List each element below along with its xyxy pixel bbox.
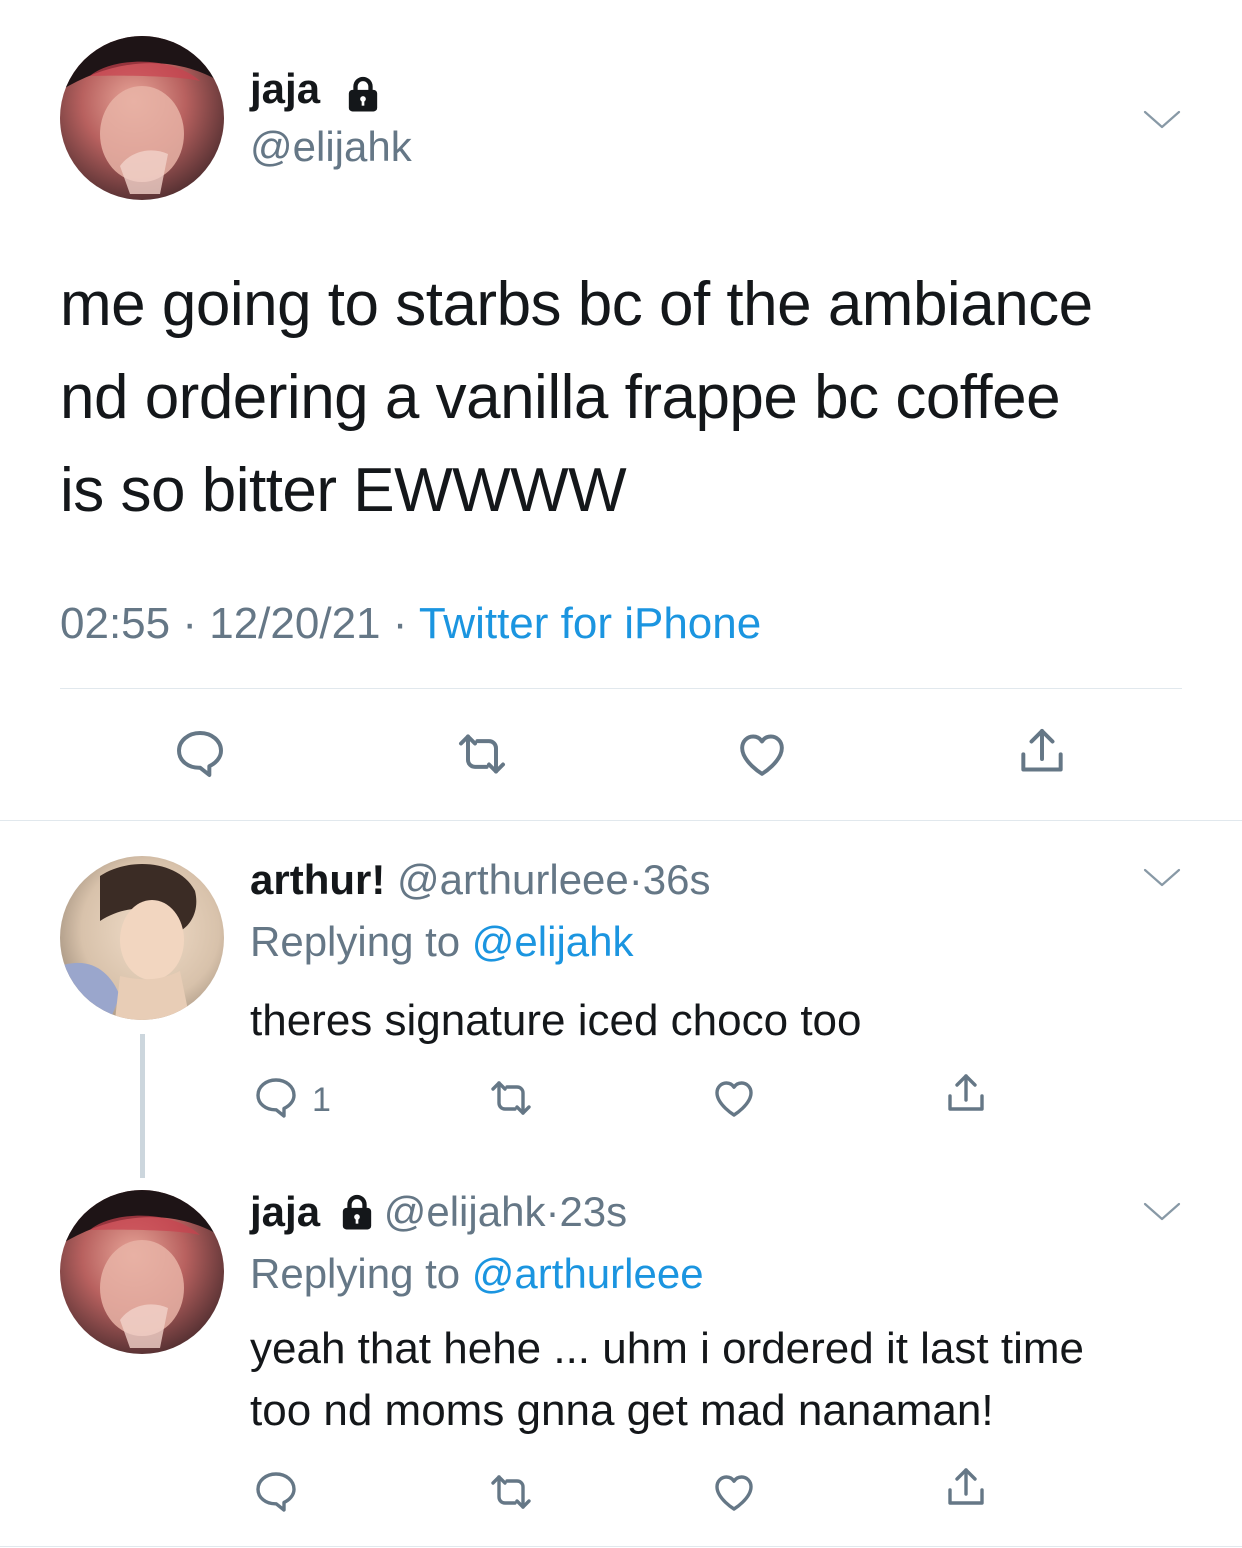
divider [0,820,1242,821]
tweet-date: 12/20/21 [209,599,381,648]
replying-label: Replying to [250,1250,461,1297]
avatar-jaja[interactable] [60,1190,224,1354]
replying-to: Replying to @elijahk [250,916,634,968]
replying-handle-link[interactable]: @elijahk [472,918,634,965]
reply-text: yeah that hehe ... uhm i ordered it last… [250,1318,1084,1442]
reply-age: 23s [559,1188,628,1235]
share-icon[interactable] [1014,724,1070,780]
share-icon[interactable] [942,1070,990,1118]
reply-text-line: yeah that hehe ... uhm i ordered it last… [250,1324,1085,1373]
chevron-down-icon[interactable] [1142,1200,1182,1224]
display-name[interactable]: jaja [250,1188,320,1235]
chevron-down-icon[interactable] [1142,866,1182,890]
display-name[interactable]: arthur! [250,856,385,903]
reply-text-line: theres signature iced choco too [250,996,862,1045]
tweet-time: 02:55 [60,599,171,648]
meta-separator: · [545,1188,560,1235]
reply-header: arthur! @arthurleee·36s [250,854,711,906]
reply-text-line: too nd moms gnna get mad nanaman! [250,1386,994,1435]
tweet-text-line: nd ordering a vanilla frappe bc coffee [60,363,1061,432]
divider [0,1546,1242,1547]
meta-separator: · [182,599,197,648]
heart-icon[interactable] [710,1468,758,1516]
avatar-arthur[interactable] [60,856,224,1020]
meta-separator: · [392,599,408,648]
reply-icon[interactable] [172,726,228,782]
reply-header: jaja @elijahk·23s [250,1186,627,1238]
replying-to: Replying to @arthurleee [250,1248,704,1300]
heart-icon[interactable] [710,1074,758,1122]
reply-count: 1 [312,1081,331,1119]
heart-icon[interactable] [734,726,790,782]
tweet-text-line: is so bitter EWWWW [60,456,627,525]
lock-icon [342,74,384,114]
chevron-down-icon[interactable] [1142,108,1182,132]
replying-label: Replying to [250,918,461,965]
tweet-source-link[interactable]: Twitter for iPhone [419,599,761,648]
tweet-meta: 02:55 · 12/20/21 · Twitter for iPhone [60,598,761,650]
retweet-icon[interactable] [453,726,511,782]
handle[interactable]: @elijahk [250,122,412,172]
meta-separator: · [628,856,643,903]
tweet-text-line: me going to starbs bc of the ambiance [60,270,1093,339]
display-name[interactable]: jaja [250,64,320,114]
replying-handle-link[interactable]: @arthurleee [472,1250,704,1297]
reply-text: theres signature iced choco too [250,990,862,1052]
thread-line [140,1034,145,1178]
tweet-text: me going to starbs bc of the ambiance nd… [60,258,1093,537]
handle[interactable]: @arthurleee [397,856,629,903]
reply-age: 36s [642,856,711,903]
handle[interactable]: @elijahk [384,1188,546,1235]
share-icon[interactable] [942,1464,990,1512]
reply-icon[interactable] [252,1074,300,1122]
reply-icon[interactable] [252,1468,300,1516]
retweet-icon[interactable] [486,1468,536,1516]
lock-icon [336,1192,378,1232]
divider [60,688,1182,689]
avatar-jaja-main[interactable] [60,36,224,200]
retweet-icon[interactable] [486,1074,536,1122]
